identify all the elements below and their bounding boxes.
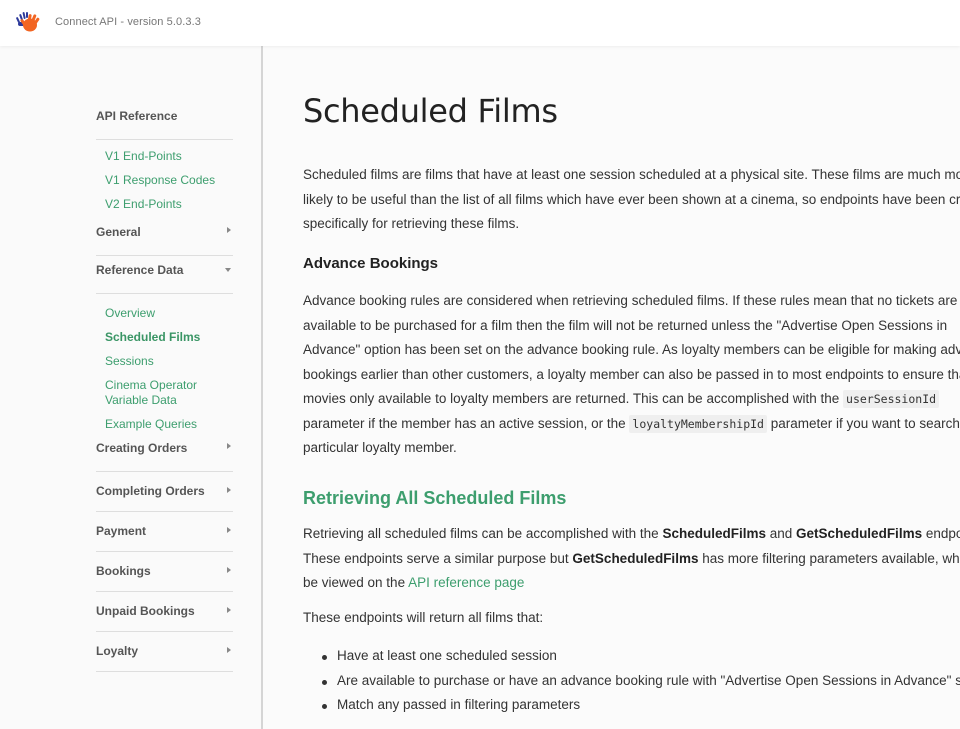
caret-right-icon	[227, 647, 231, 653]
caret-right-icon	[227, 567, 231, 573]
api-reference-sublist: V1 End-Points V1 Response Codes V2 End-P…	[96, 140, 233, 218]
sidebar-item-v1-response-codes[interactable]: V1 Response Codes	[105, 173, 233, 188]
retrieving-paragraph: Retrieving all scheduled films can be ac…	[303, 522, 960, 596]
sidebar-section-payment[interactable]: Payment	[96, 512, 233, 552]
sidebar-section-creating-orders[interactable]: Creating Orders	[96, 438, 233, 472]
sidebar-item-v2-end-points[interactable]: V2 End-Points	[105, 197, 233, 212]
sidebar-item-cinema-operator-variable-data[interactable]: Cinema Operator Variable Data	[105, 378, 215, 408]
caret-right-icon	[227, 487, 231, 493]
section-label: Bookings	[96, 564, 151, 578]
sidebar-item-v1-end-points[interactable]: V1 End-Points	[105, 149, 233, 164]
intro-paragraph: Scheduled films are films that have at l…	[303, 167, 960, 231]
advance-bookings-heading: Advance Bookings	[303, 255, 439, 272]
section-label: API Reference	[96, 109, 178, 123]
get-scheduled-films-endpoint: GetScheduledFilms	[796, 526, 923, 541]
retrieving-heading: Retrieving All Scheduled Films	[303, 488, 567, 508]
section-label: Creating Orders	[96, 441, 188, 455]
api-reference-link[interactable]: API reference page	[408, 575, 524, 590]
list-item: Are available to purchase or have an adv…	[321, 669, 960, 694]
advance-bookings-paragraph: Advance booking rules are considered whe…	[303, 289, 960, 461]
section-label: Payment	[96, 524, 147, 538]
get-scheduled-films-endpoint: GetScheduledFilms	[572, 550, 699, 566]
caret-right-icon	[227, 607, 231, 613]
retrieving-text-2: and	[769, 526, 793, 541]
sidebar-item-overview[interactable]: Overview	[105, 306, 233, 321]
caret-right-icon	[227, 227, 231, 233]
waving-hands-logo-icon[interactable]	[16, 11, 42, 33]
section-label: Loyalty	[96, 644, 139, 658]
sidebar-section-reference-data[interactable]: Reference Data	[96, 256, 233, 294]
scheduled-films-endpoint: ScheduledFilms	[662, 526, 766, 541]
sidebar-item-sessions[interactable]: Sessions	[105, 354, 233, 369]
returns-intro: These endpoints will return all films th…	[303, 610, 544, 625]
advance-text-2: parameter if the member has an active se…	[303, 415, 626, 431]
sidebar-nav: API Reference V1 End-Points V1 Response …	[0, 46, 263, 729]
list-item: Match any passed in filtering parameters	[321, 693, 960, 718]
list-item: Have at least one scheduled session	[321, 644, 960, 669]
app-title: Connect API - version 5.0.3.3	[55, 16, 201, 28]
caret-down-icon	[225, 268, 231, 272]
top-bar: Connect API - version 5.0.3.3	[0, 0, 960, 46]
retrieving-text-1: Retrieving all scheduled films can be ac…	[303, 526, 659, 541]
section-label: Unpaid Bookings	[96, 604, 195, 618]
user-session-id-code: userSessionId	[843, 390, 940, 408]
section-label: General	[96, 225, 141, 239]
sidebar-item-scheduled-films[interactable]: Scheduled Films	[105, 330, 233, 345]
sidebar-section-bookings[interactable]: Bookings	[96, 552, 233, 592]
section-label: Reference Data	[96, 263, 184, 277]
sidebar-section-loyalty[interactable]: Loyalty	[96, 632, 233, 672]
sidebar-menu: API Reference V1 End-Points V1 Response …	[96, 102, 233, 672]
loyalty-membership-id-code: loyaltyMembershipId	[629, 414, 767, 433]
section-label: Completing Orders	[96, 484, 205, 498]
sidebar-item-example-queries[interactable]: Example Queries	[105, 417, 233, 432]
page-title: Scheduled Films	[303, 92, 558, 130]
caret-right-icon	[227, 443, 231, 449]
sidebar-section-general[interactable]: General	[96, 218, 233, 256]
caret-right-icon	[227, 527, 231, 533]
reference-data-sublist: Overview Scheduled Films Sessions Cinema…	[96, 294, 233, 438]
sidebar-section-api-reference[interactable]: API Reference	[96, 102, 233, 140]
sidebar-section-unpaid-bookings[interactable]: Unpaid Bookings	[96, 592, 233, 632]
sidebar-section-completing-orders[interactable]: Completing Orders	[96, 472, 233, 512]
returns-list: Have at least one scheduled session Are …	[303, 644, 960, 718]
